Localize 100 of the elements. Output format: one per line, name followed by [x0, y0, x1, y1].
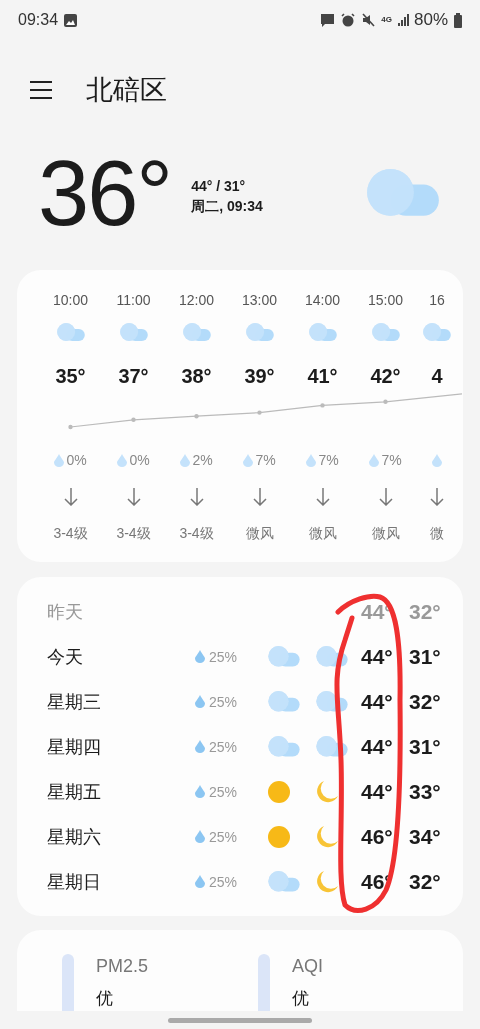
- raindrop-icon: [432, 453, 442, 467]
- raindrop-icon: [195, 740, 205, 753]
- day-name: 星期六: [47, 825, 102, 849]
- sun-icon: [267, 779, 291, 804]
- low-temperature: 32°: [409, 689, 441, 714]
- day-name: 星期五: [47, 780, 102, 804]
- cloud-icon: [267, 646, 301, 667]
- day-name: 昨天: [47, 600, 84, 624]
- precipitation-chance: 7%: [318, 452, 339, 468]
- raindrop-icon: [195, 875, 205, 888]
- hour-temperature: 4: [431, 364, 443, 388]
- battery-level: 80%: [413, 10, 448, 30]
- air-quality-value: 优: [96, 988, 114, 1010]
- sun-icon: [267, 824, 291, 849]
- low-temperature: 33°: [409, 779, 441, 804]
- cloud-icon: [422, 323, 452, 341]
- cloud-icon: [267, 691, 301, 712]
- cloud-icon: [315, 691, 349, 712]
- precipitation-chance: 25%: [209, 738, 238, 755]
- raindrop-icon: [54, 453, 65, 467]
- day-name: 星期四: [47, 735, 102, 759]
- moon-icon: [315, 869, 339, 894]
- cloud-icon: [315, 736, 349, 757]
- hour-time: 11:00: [116, 292, 151, 308]
- cloud-icon: [244, 323, 275, 341]
- hour-temperature: 41°: [307, 364, 338, 388]
- wind-level: 微: [430, 525, 444, 543]
- menu-icon[interactable]: [30, 81, 52, 99]
- raindrop-icon: [306, 453, 317, 467]
- high-temperature: 44°: [361, 779, 394, 804]
- air-quality-label: PM2.5: [96, 956, 149, 977]
- gesture-handle[interactable]: [168, 1017, 312, 1023]
- location-title: 北碚区: [86, 74, 167, 107]
- hour-time: 16: [429, 292, 445, 308]
- high-low-temperature: 44° / 31°: [191, 177, 247, 194]
- wind-arrow-icon: [126, 488, 141, 506]
- hour-temperature: 39°: [244, 364, 275, 388]
- wind-arrow-icon: [378, 488, 393, 506]
- air-quality-label: AQI: [292, 956, 323, 977]
- wind-level: 3-4级: [116, 525, 151, 543]
- raindrop-icon: [195, 695, 205, 708]
- battery-icon: [454, 12, 462, 28]
- high-temperature: 46°: [361, 824, 394, 849]
- precipitation-chance: 0%: [129, 452, 150, 468]
- wind-arrow-icon: [63, 488, 78, 506]
- raindrop-icon: [369, 453, 380, 467]
- cloud-icon: [370, 323, 401, 341]
- raindrop-icon: [195, 830, 205, 843]
- current-temperature: 36°: [38, 146, 172, 239]
- high-temperature: 44°: [361, 689, 394, 714]
- precipitation-chance: 25%: [209, 783, 238, 800]
- raindrop-icon: [243, 453, 254, 467]
- air-quality-value: 优: [292, 988, 310, 1010]
- cloud-icon: [364, 169, 442, 216]
- cloud-icon: [181, 323, 212, 341]
- clock-time: 09:34: [18, 11, 59, 29]
- precipitation-chance: 7%: [381, 452, 402, 468]
- network-type: 4G: [381, 16, 392, 24]
- low-temperature: 31°: [409, 644, 441, 669]
- precipitation-chance: 25%: [209, 828, 238, 845]
- wind-arrow-icon: [252, 488, 267, 506]
- cloud-icon: [55, 323, 86, 341]
- hour-temperature: 38°: [181, 364, 212, 388]
- raindrop-icon: [117, 453, 128, 467]
- hour-temperature: 35°: [55, 364, 86, 388]
- precipitation-chance: 25%: [209, 873, 238, 890]
- precipitation-chance: 2%: [192, 452, 213, 468]
- image-icon: [64, 13, 78, 27]
- wind-level: 微风: [245, 525, 274, 543]
- message-icon: [320, 12, 336, 28]
- hour-temperature: 37°: [118, 364, 149, 388]
- precipitation-chance: 0%: [66, 452, 87, 468]
- low-temperature: 32°: [409, 599, 441, 624]
- signal-icon: [397, 14, 410, 26]
- raindrop-icon: [195, 785, 205, 798]
- wind-level: 微风: [308, 525, 337, 543]
- high-temperature: 44°: [361, 644, 394, 669]
- precipitation-chance: 25%: [209, 648, 238, 665]
- low-temperature: 32°: [409, 869, 441, 894]
- date-time: 周二, 09:34: [191, 197, 263, 216]
- cloud-icon: [307, 323, 338, 341]
- hour-time: 10:00: [52, 292, 88, 308]
- wind-level: 微风: [371, 525, 400, 543]
- wind-arrow-icon: [430, 488, 444, 506]
- precipitation-chance: 25%: [209, 693, 238, 710]
- wind-level: 3-4级: [53, 525, 88, 543]
- raindrop-icon: [180, 453, 191, 467]
- moon-icon: [315, 824, 339, 849]
- low-temperature: 31°: [409, 734, 441, 759]
- hour-time: 13:00: [241, 292, 277, 308]
- hour-time: 15:00: [367, 292, 403, 308]
- cloud-icon: [315, 646, 349, 667]
- moon-icon: [315, 779, 339, 804]
- wind-level: 3-4级: [179, 525, 214, 543]
- cloud-icon: [267, 736, 301, 757]
- hour-time: 14:00: [304, 292, 340, 308]
- wind-arrow-icon: [189, 488, 204, 506]
- precipitation-chance: 7%: [255, 452, 276, 468]
- day-name: 星期日: [47, 870, 102, 894]
- mute-icon: [361, 13, 376, 27]
